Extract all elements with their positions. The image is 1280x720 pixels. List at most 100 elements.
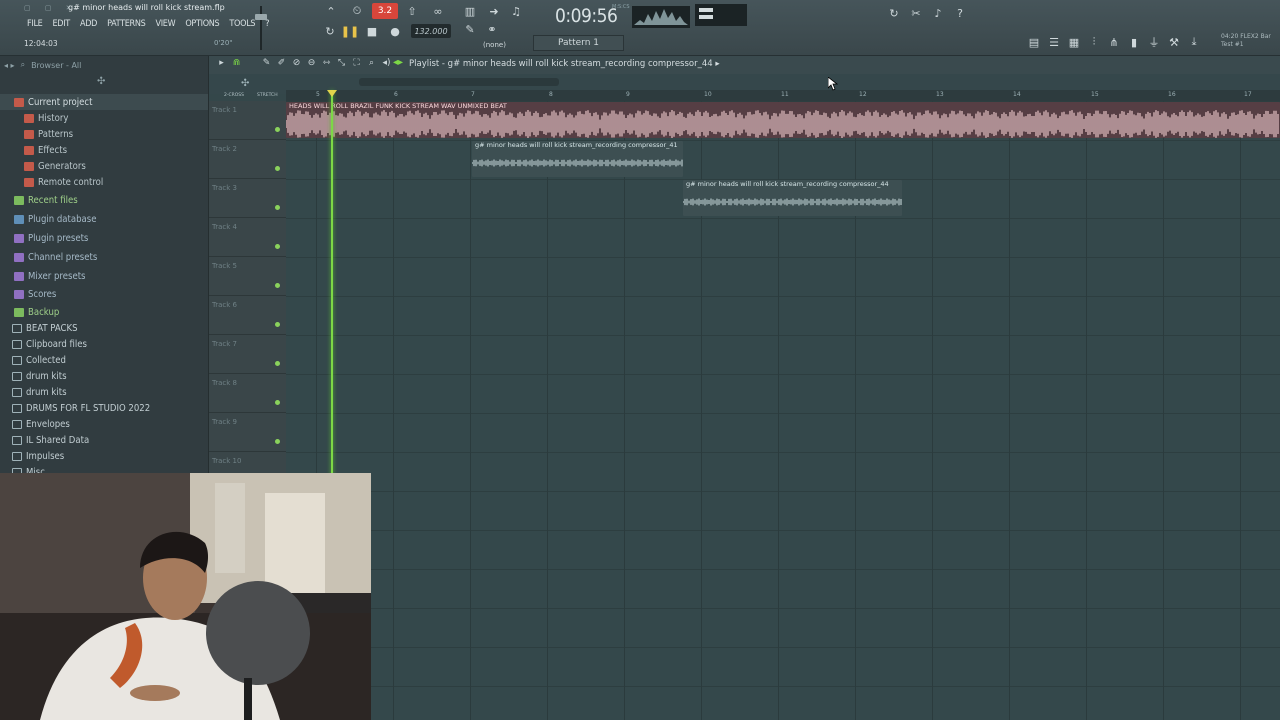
playlist-grid[interactable]: HEADS WILL ROLL BRAZIL FUNK KICK STREAM …: [286, 101, 1280, 720]
browser-item[interactable]: Current project: [0, 94, 208, 110]
arrow-right-icon[interactable]: ➜: [484, 3, 504, 19]
browser-item[interactable]: IL Shared Data: [12, 432, 89, 448]
browser-item[interactable]: drum kits: [12, 368, 67, 384]
browser-item[interactable]: Collected: [12, 352, 66, 368]
delete-tool-icon[interactable]: ⊘: [290, 58, 303, 68]
pencil-icon[interactable]: ✎: [462, 22, 478, 36]
stop-icon[interactable]: ■: [364, 24, 380, 38]
playlist-menu-icon[interactable]: ✣: [241, 78, 249, 89]
stretch-label[interactable]: STRETCH: [257, 93, 278, 98]
zoom-tool-icon[interactable]: ⌕: [365, 58, 378, 68]
track-header[interactable]: Track 3: [209, 179, 286, 218]
track-mute-led[interactable]: [275, 361, 280, 366]
browser-item[interactable]: Plugin presets: [14, 230, 88, 246]
pattern-song-toggle[interactable]: 3.2: [372, 3, 398, 19]
timeline-ruler[interactable]: 5 6 7 8 9 10 11 12 13 14 15 16 17: [286, 90, 1280, 101]
download-icon[interactable]: ⤓: [1186, 33, 1202, 51]
piano-icon[interactable]: ▥: [460, 3, 480, 19]
help-icon[interactable]: ?: [952, 4, 968, 22]
playback-tool-icon[interactable]: ◂): [380, 58, 393, 68]
track-mute-led[interactable]: [275, 322, 280, 327]
wrench-icon[interactable]: ⚒: [1166, 33, 1182, 51]
browser-item[interactable]: Remote control: [24, 174, 103, 190]
browser-item[interactable]: Clipboard files: [12, 336, 87, 352]
track-header[interactable]: Track 9: [209, 413, 286, 452]
metronome-icon[interactable]: ⌃: [320, 3, 342, 19]
playhead[interactable]: [331, 90, 333, 480]
horizontal-scrollbar[interactable]: [359, 78, 559, 86]
playlist-view-icon[interactable]: ▤: [1026, 33, 1042, 51]
crossfade-label[interactable]: 2-CROSS: [224, 93, 244, 98]
loop-record-icon[interactable]: ∞: [427, 3, 449, 19]
browser-item[interactable]: Plugin database: [14, 211, 97, 227]
menu-options[interactable]: OPTIONS: [180, 17, 224, 33]
track-header[interactable]: Track 8: [209, 374, 286, 413]
track-mute-led[interactable]: [275, 400, 280, 405]
track-header[interactable]: Track 4: [209, 218, 286, 257]
track-header[interactable]: Track 7: [209, 335, 286, 374]
track-mute-led[interactable]: [275, 439, 280, 444]
pattern-selector[interactable]: Pattern 1: [533, 35, 624, 51]
draw-tool-icon[interactable]: ✎: [260, 58, 273, 68]
menu-add[interactable]: ADD: [75, 17, 102, 33]
browser-item[interactable]: Impulses: [12, 448, 64, 464]
menu-patterns[interactable]: PATTERNS: [102, 17, 150, 33]
browser-menu-icon[interactable]: ✣: [97, 76, 105, 87]
track-mute-led[interactable]: [275, 244, 280, 249]
browser-item[interactable]: Backup: [14, 304, 59, 320]
snap-none-label[interactable]: (none): [483, 41, 506, 49]
audio-clip[interactable]: g# minor heads will roll kick stream_rec…: [472, 141, 683, 177]
browser-item[interactable]: Generators: [24, 158, 86, 174]
wait-input-icon[interactable]: ⏲: [346, 3, 368, 19]
browser-item[interactable]: Patterns: [24, 126, 73, 142]
browser-item[interactable]: Recent files: [14, 192, 78, 208]
track-mute-led[interactable]: [275, 283, 280, 288]
magnet-icon[interactable]: ⋒: [230, 58, 243, 68]
slip-tool-icon[interactable]: ⇿: [320, 58, 333, 68]
plugin-icon[interactable]: ▮: [1126, 33, 1142, 51]
link-icon[interactable]: ⚭: [484, 22, 500, 36]
browser-search-icon[interactable]: ⌕: [21, 60, 25, 70]
browser-item[interactable]: History: [24, 110, 68, 126]
menu-edit[interactable]: EDIT: [47, 17, 74, 33]
browser-item[interactable]: drum kits: [12, 384, 67, 400]
mute-tool-icon[interactable]: ⊖: [305, 58, 318, 68]
browser-item[interactable]: Channel presets: [14, 249, 97, 265]
playhead-marker[interactable]: [327, 90, 337, 97]
browser-item[interactable]: Scores: [14, 286, 56, 302]
loop-icon[interactable]: ↻: [322, 24, 338, 38]
select-tool-icon[interactable]: ⛶: [350, 58, 363, 68]
menu-view[interactable]: VIEW: [150, 17, 180, 33]
track-mute-led[interactable]: [275, 166, 280, 171]
browser-item[interactable]: Effects: [24, 142, 67, 158]
browser-item[interactable]: DRUMS FOR FL STUDIO 2022: [12, 400, 150, 416]
track-header[interactable]: Track 6: [209, 296, 286, 335]
channel-mixer-icon[interactable]: ⋔: [1106, 33, 1122, 51]
menu-file[interactable]: FILE: [22, 17, 47, 33]
browser-nav-icon[interactable]: ◂ ▸: [4, 61, 15, 70]
step-edit-icon[interactable]: ⇧: [401, 3, 423, 19]
slice-tool-icon[interactable]: ⤡: [335, 58, 348, 68]
microphone-icon[interactable]: ♪: [930, 4, 946, 22]
tools-icon[interactable]: ✂: [908, 4, 924, 22]
audio-clip[interactable]: g# minor heads will roll kick stream_rec…: [683, 180, 902, 216]
track-header[interactable]: Track 1: [209, 101, 286, 140]
audio-clip[interactable]: HEADS WILL ROLL BRAZIL FUNK KICK STREAM …: [286, 102, 1280, 138]
track-mute-led[interactable]: [275, 127, 280, 132]
refresh-icon[interactable]: ↻: [886, 4, 902, 22]
tempo-display[interactable]: 132.000: [411, 24, 451, 38]
piano-roll-icon[interactable]: ▦: [1066, 33, 1082, 51]
record-icon[interactable]: ●: [387, 24, 403, 38]
browser-item[interactable]: BEAT PACKS: [12, 320, 78, 336]
plug-icon[interactable]: ⏚: [1146, 33, 1162, 51]
browser-item[interactable]: Envelopes: [12, 416, 70, 432]
track-header[interactable]: Track 5: [209, 257, 286, 296]
browser-item[interactable]: Mixer presets: [14, 268, 86, 284]
paint-tool-icon[interactable]: ✐: [275, 58, 288, 68]
channel-rack-icon[interactable]: ☰: [1046, 33, 1062, 51]
pause-icon[interactable]: ❚❚: [341, 24, 359, 38]
play-arrow-icon[interactable]: ▸: [215, 58, 228, 68]
bell-icon[interactable]: ♫: [506, 3, 526, 19]
mixer-icon[interactable]: ⫶: [1086, 33, 1102, 51]
track-header[interactable]: Track 2: [209, 140, 286, 179]
